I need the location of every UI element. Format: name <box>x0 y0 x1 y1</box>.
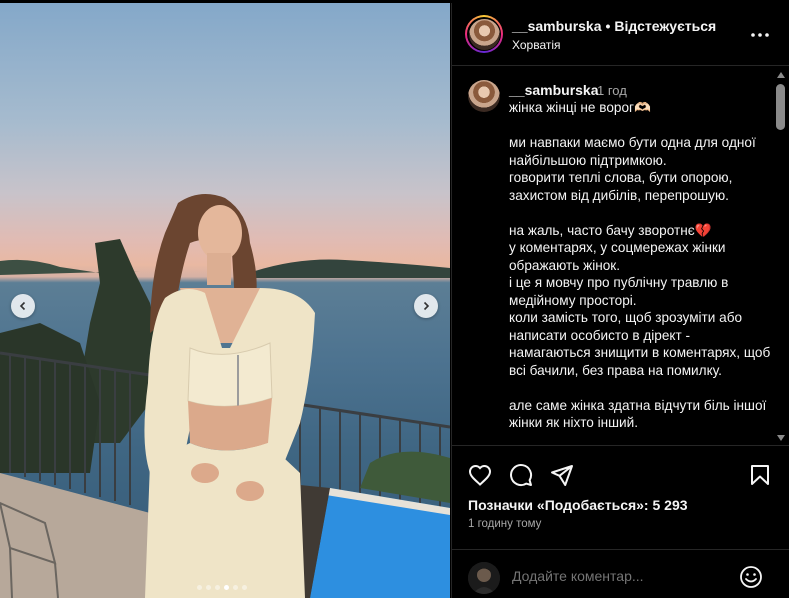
user-avatar-image <box>468 562 500 594</box>
next-photo-button[interactable] <box>414 294 438 318</box>
caption-area[interactable]: __samburska 1 год жінка жінці не ворог🫶🏻… <box>452 67 789 445</box>
previous-photo-button[interactable] <box>11 294 35 318</box>
caret-down-icon <box>777 435 785 441</box>
carousel-dot <box>206 585 211 590</box>
posted-time[interactable]: 1 годину тому <box>468 518 541 530</box>
carousel-dot <box>197 585 202 590</box>
comment-icon <box>510 464 533 487</box>
caption-username[interactable]: __samburska <box>509 82 599 98</box>
following-status[interactable]: Відстежується <box>614 18 716 34</box>
post-details-panel: __samburska • Відстежується Хорватія __sam… <box>451 3 789 598</box>
add-comment-row <box>452 549 789 598</box>
scroll-down-button[interactable] <box>776 433 786 443</box>
carousel-dot-active <box>224 585 229 590</box>
avatar-image <box>468 18 500 50</box>
more-horizontal-icon <box>751 33 769 37</box>
post-actions: Позначки «Подобається»: 5 293 1 годину т… <box>452 445 789 597</box>
carousel-indicator <box>197 585 247 590</box>
caption-scrollbar[interactable] <box>772 67 789 445</box>
share-button[interactable] <box>549 462 575 488</box>
heart-icon <box>468 464 492 486</box>
likes-count[interactable]: Позначки «Подобається»: 5 293 <box>468 497 688 513</box>
more-options-button[interactable] <box>748 23 772 47</box>
chevron-left-icon <box>19 301 26 311</box>
emoji-button[interactable] <box>738 564 764 590</box>
carousel-dot <box>215 585 220 590</box>
avatar-inner <box>467 17 501 51</box>
separator: • <box>605 18 611 34</box>
chevron-right-icon <box>423 301 430 311</box>
scrollbar-thumb[interactable] <box>776 84 785 130</box>
comment-input[interactable] <box>512 568 732 584</box>
author-avatar[interactable] <box>465 15 503 53</box>
photo-scene <box>0 194 450 598</box>
post-header: __samburska • Відстежується Хорватія <box>452 3 789 66</box>
bookmark-icon <box>751 465 769 485</box>
header-username-line: __samburska • Відстежується <box>512 18 716 34</box>
post-location[interactable]: Хорватія <box>512 38 561 52</box>
caption-text: жінка жінці не ворог🫶🏻 ми навпаки маємо … <box>509 100 771 430</box>
caption-author-avatar[interactable] <box>468 80 500 112</box>
emoji-icon <box>740 566 762 588</box>
post-photo[interactable] <box>0 3 450 598</box>
carousel-dot <box>233 585 238 590</box>
caret-up-icon <box>777 72 785 78</box>
save-button[interactable] <box>747 462 773 488</box>
scroll-up-button[interactable] <box>776 70 786 80</box>
like-button[interactable] <box>467 462 493 488</box>
caption-time[interactable]: 1 год <box>597 83 627 98</box>
send-icon <box>551 465 573 486</box>
comment-button[interactable] <box>508 462 534 488</box>
current-user-avatar[interactable] <box>468 562 500 594</box>
carousel-dot <box>242 585 247 590</box>
author-username[interactable]: __samburska <box>512 18 602 34</box>
